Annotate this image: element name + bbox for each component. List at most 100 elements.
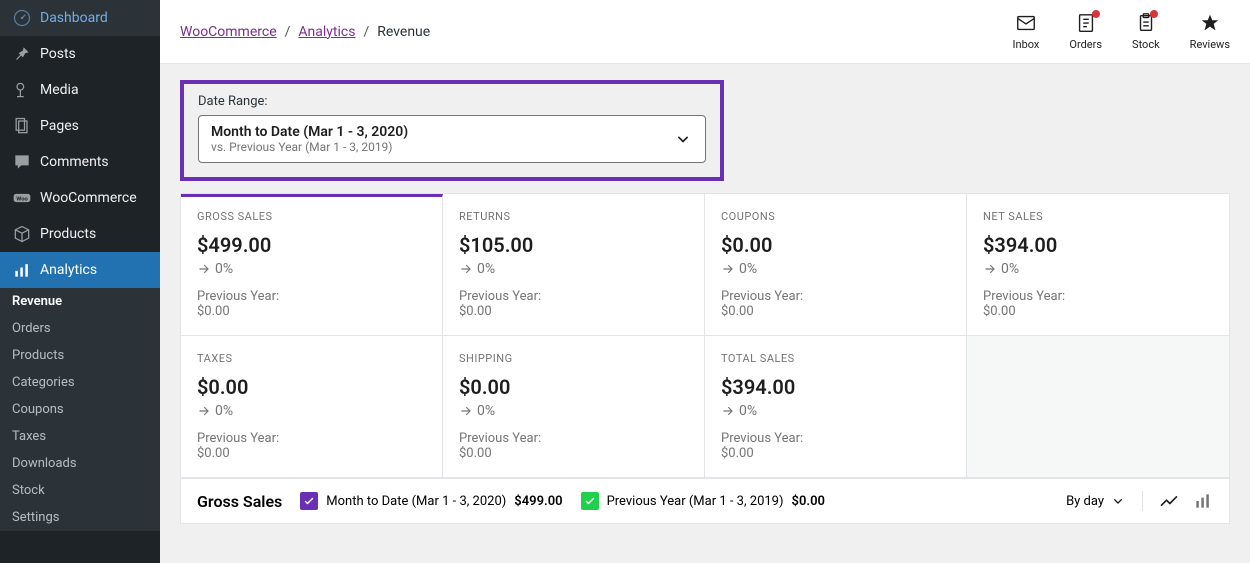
card-prev-value: $0.00 <box>459 304 688 319</box>
pin-icon <box>12 44 32 64</box>
pages-icon <box>12 116 32 136</box>
header-action-label: Reviews <box>1190 38 1230 51</box>
breadcrumb-current: Revenue <box>377 24 430 40</box>
legend-item[interactable]: Previous Year (Mar 1 - 3, 2019) $0.00 <box>581 492 825 510</box>
card-prev-label: Previous Year: <box>721 431 950 446</box>
header: WooCommerce / Analytics / Revenue Inbox O… <box>160 0 1250 64</box>
notification-dot <box>1150 10 1158 18</box>
sidebar-item-label: Comments <box>40 154 109 170</box>
main: WooCommerce / Analytics / Revenue Inbox O… <box>160 0 1250 563</box>
bar-chart-icon[interactable] <box>1193 491 1213 511</box>
submenu-item-taxes[interactable]: Taxes <box>0 423 160 450</box>
sidebar-item-label: Media <box>40 82 79 98</box>
card-title: GROSS SALES <box>197 210 426 223</box>
interval-label: By day <box>1066 494 1104 509</box>
sidebar-item-pages[interactable]: Pages <box>0 108 160 144</box>
stats-card-net-sales[interactable]: NET SALES $394.00 0% Previous Year:$0.00 <box>967 194 1229 336</box>
sidebar-item-label: Posts <box>40 46 76 62</box>
stats-cards: GROSS SALES$499.00 0%Previous Year:$0.00… <box>180 193 1230 479</box>
stats-card-empty <box>967 336 1229 478</box>
breadcrumb-woocommerce[interactable]: WooCommerce <box>180 24 277 40</box>
header-action-reviews[interactable]: Reviews <box>1190 12 1230 51</box>
media-icon <box>12 80 32 100</box>
date-range-primary: Month to Date (Mar 1 - 3, 2020) <box>211 124 408 140</box>
sidebar-item-woocommerce[interactable]: WooWooCommerce <box>0 180 160 216</box>
notification-dot <box>1092 10 1100 18</box>
submenu-item-products[interactable]: Products <box>0 342 160 369</box>
date-range-label: Date Range: <box>198 94 706 109</box>
legend-label: Previous Year (Mar 1 - 3, 2019) <box>607 494 784 509</box>
card-title: SHIPPING <box>459 352 688 365</box>
date-range-selector[interactable]: Month to Date (Mar 1 - 3, 2020) vs. Prev… <box>198 115 706 163</box>
dashboard-icon <box>12 8 32 28</box>
submenu-item-stock[interactable]: Stock <box>0 477 160 504</box>
stats-card-coupons[interactable]: COUPONS$0.00 0%Previous Year:$0.00 <box>705 194 967 336</box>
card-value: $394.00 <box>721 375 950 399</box>
breadcrumb: WooCommerce / Analytics / Revenue <box>180 24 430 40</box>
card-prev-label: Previous Year: <box>721 289 950 304</box>
breadcrumb-sep: / <box>285 24 291 40</box>
stats-card-shipping[interactable]: SHIPPING$0.00 0%Previous Year:$0.00 <box>443 336 705 478</box>
header-action-orders[interactable]: Orders <box>1069 12 1102 51</box>
breadcrumb-sep: / <box>363 24 369 40</box>
legend-label: Month to Date (Mar 1 - 3, 2020) <box>326 494 506 509</box>
header-action-stock[interactable]: Stock <box>1132 12 1160 51</box>
stats-card-taxes[interactable]: TAXES$0.00 0%Previous Year:$0.00 <box>181 336 443 478</box>
date-range-highlight: Date Range: Month to Date (Mar 1 - 3, 20… <box>180 80 724 181</box>
submenu-item-settings[interactable]: Settings <box>0 504 160 531</box>
card-prev-label: Previous Year: <box>197 431 426 446</box>
sidebar-item-comments[interactable]: Comments <box>0 144 160 180</box>
legend-item[interactable]: Month to Date (Mar 1 - 3, 2020) $499.00 <box>300 492 562 510</box>
reviews-icon <box>1199 12 1221 34</box>
submenu-item-revenue[interactable]: Revenue <box>0 288 160 315</box>
sidebar-item-products[interactable]: Products <box>0 216 160 252</box>
sidebar-item-media[interactable]: Media <box>0 72 160 108</box>
card-prev-label: Previous Year: <box>983 289 1213 304</box>
svg-text:Woo: Woo <box>16 197 28 203</box>
card-prev-value: $0.00 <box>983 304 1213 319</box>
products-icon <box>12 224 32 244</box>
sidebar-item-posts[interactable]: Posts <box>0 36 160 72</box>
card-prev-value: $0.00 <box>721 446 950 461</box>
submenu-item-downloads[interactable]: Downloads <box>0 450 160 477</box>
card-prev-label: Previous Year: <box>459 431 688 446</box>
card-prev-value: $0.00 <box>197 304 426 319</box>
card-prev-label: Previous Year: <box>459 289 688 304</box>
card-value: $0.00 <box>197 375 426 399</box>
card-change: 0% <box>983 261 1213 277</box>
stats-card-total-sales[interactable]: TOTAL SALES$394.00 0%Previous Year:$0.00 <box>705 336 967 478</box>
line-chart-icon[interactable] <box>1159 491 1179 511</box>
sidebar-item-dashboard[interactable]: Dashboard <box>0 0 160 36</box>
date-range-secondary: vs. Previous Year (Mar 1 - 3, 2019) <box>211 140 408 154</box>
interval-selector[interactable]: By day <box>1066 493 1126 509</box>
legend-checkbox[interactable] <box>300 492 318 510</box>
card-value: $394.00 <box>983 233 1213 257</box>
card-change: 0% <box>197 403 426 419</box>
sidebar-item-label: Dashboard <box>40 10 108 26</box>
legend-value: $0.00 <box>792 494 825 509</box>
legend-checkbox[interactable] <box>581 492 599 510</box>
header-action-inbox[interactable]: Inbox <box>1013 12 1040 51</box>
card-prev-value: $0.00 <box>459 446 688 461</box>
legend-value: $499.00 <box>514 494 562 509</box>
card-change: 0% <box>459 403 688 419</box>
card-title: NET SALES <box>983 210 1213 223</box>
submenu-item-categories[interactable]: Categories <box>0 369 160 396</box>
stats-card-gross-sales[interactable]: GROSS SALES$499.00 0%Previous Year:$0.00 <box>181 194 443 336</box>
sidebar-item-label: Pages <box>40 118 79 134</box>
submenu-item-orders[interactable]: Orders <box>0 315 160 342</box>
breadcrumb-analytics[interactable]: Analytics <box>298 24 355 40</box>
chart-footer: Gross Sales Month to Date (Mar 1 - 3, 20… <box>180 479 1230 524</box>
inbox-icon <box>1015 12 1037 34</box>
card-title: TAXES <box>197 352 426 365</box>
analytics-icon <box>12 260 32 280</box>
sidebar-item-analytics[interactable]: Analytics <box>0 252 160 288</box>
card-value: $0.00 <box>459 375 688 399</box>
sidebar-item-label: Products <box>40 226 96 242</box>
submenu-item-coupons[interactable]: Coupons <box>0 396 160 423</box>
stats-card-returns[interactable]: RETURNS$105.00 0%Previous Year:$0.00 <box>443 194 705 336</box>
card-change: 0% <box>459 261 688 277</box>
sidebar: Dashboard Posts Media Pages Comments WooWooCo… <box>0 0 160 563</box>
header-action-label: Stock <box>1132 38 1160 51</box>
header-action-label: Orders <box>1069 38 1102 51</box>
